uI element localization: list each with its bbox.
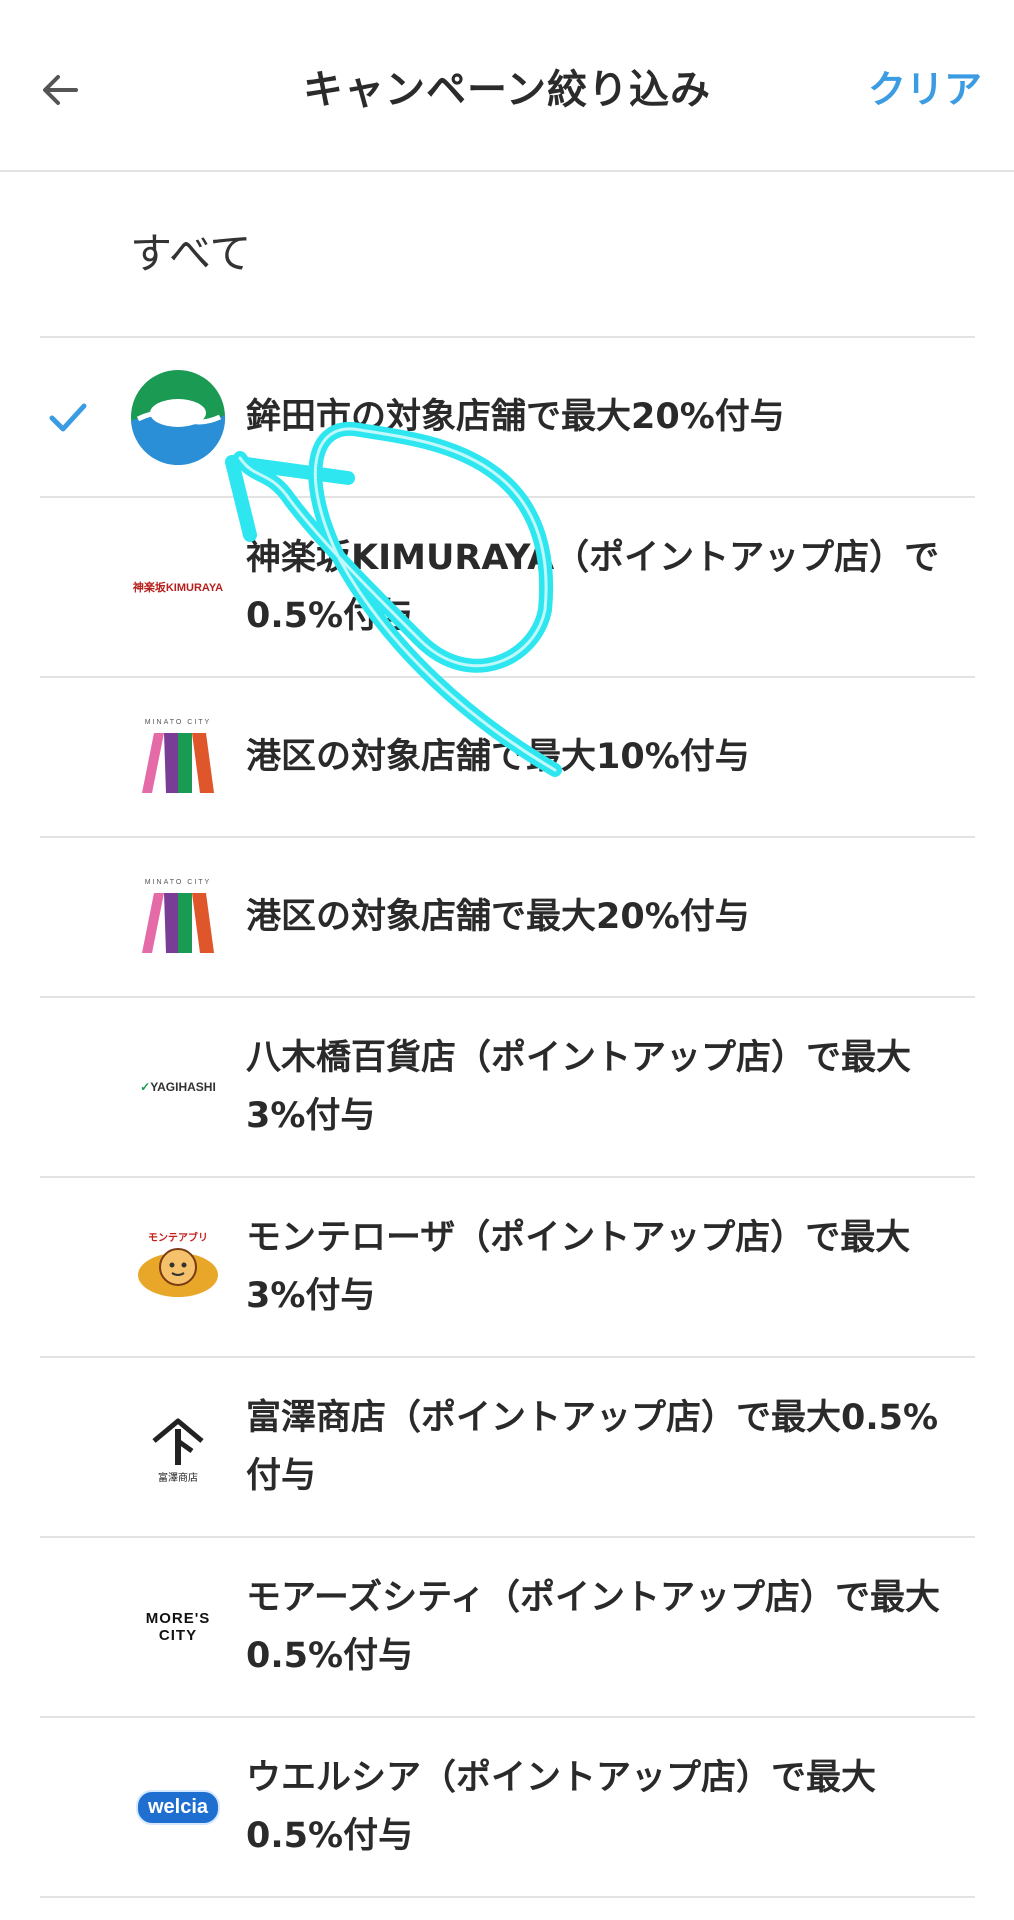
check-icon bbox=[49, 403, 87, 432]
filter-option-all[interactable]: すべて bbox=[40, 172, 975, 338]
hokota-city-logo bbox=[128, 367, 228, 467]
campaign-label: 港区の対象店舗で最大20%付与 bbox=[246, 897, 750, 937]
campaign-label: 八木橋百貨店（ポイントアップ店）で最大3%付与 bbox=[246, 1038, 912, 1136]
campaign-label: 鉾田市の対象店舗で最大20%付与 bbox=[246, 397, 785, 437]
tomizawa-logo: 富澤商店 bbox=[128, 1397, 228, 1497]
minato-city-logo: MINATO CITY bbox=[128, 867, 228, 967]
campaign-row[interactable]: MORE'S CITY モアーズシティ（ポイントアップ店）で最大0.5%付与 bbox=[40, 1538, 975, 1718]
minato-city-logo: MINATO CITY bbox=[128, 707, 228, 807]
campaign-filter-list: すべて 鉾田市の対象店舗で最大20%付与 神楽坂KIMURAYA 神楽坂KIMU… bbox=[40, 172, 975, 1898]
campaign-row[interactable]: 神楽坂KIMURAYA 神楽坂KIMURAYA（ポイントアップ店）で0.5%付与 bbox=[40, 498, 975, 678]
campaign-row[interactable]: MINATO CITY 港区の対象店舗で最大10%付与 bbox=[40, 678, 975, 838]
campaign-row[interactable]: モンテアブリ モンテローザ（ポイントアップ店）で最大3%付与 bbox=[40, 1178, 975, 1358]
campaign-row[interactable]: ✓YAGIHASHI 八木橋百貨店（ポイントアップ店）で最大3%付与 bbox=[40, 998, 975, 1178]
campaign-label: モンテローザ（ポイントアップ店）で最大3%付与 bbox=[246, 1218, 911, 1316]
svg-text:富澤商店: 富澤商店 bbox=[158, 1471, 198, 1484]
campaign-row[interactable]: welcia ウエルシア（ポイントアップ店）で最大0.5%付与 bbox=[40, 1718, 975, 1898]
svg-text:MINATO CITY: MINATO CITY bbox=[145, 879, 211, 886]
kimuraya-logo: 神楽坂KIMURAYA bbox=[132, 582, 224, 594]
filter-option-label: すべて bbox=[130, 229, 252, 278]
clear-button[interactable]: クリア bbox=[868, 59, 982, 114]
page-title: キャンペーン絞り込み bbox=[303, 67, 711, 113]
welcia-logo: welcia bbox=[128, 1757, 228, 1857]
mores-city-logo: MORE'S CITY bbox=[145, 1610, 211, 1644]
app-header: キャンペーン絞り込み クリア bbox=[0, 0, 1014, 172]
campaign-label: 富澤商店（ポイントアップ店）で最大0.5%付与 bbox=[246, 1398, 939, 1496]
campaign-label: モアーズシティ（ポイントアップ店）で最大0.5%付与 bbox=[246, 1578, 941, 1676]
monterosa-logo: モンテアブリ bbox=[128, 1217, 228, 1317]
campaign-row[interactable]: 富澤商店 富澤商店（ポイントアップ店）で最大0.5%付与 bbox=[40, 1358, 975, 1538]
campaign-row[interactable]: 鉾田市の対象店舗で最大20%付与 bbox=[40, 338, 975, 498]
campaign-row[interactable]: MINATO CITY 港区の対象店舗で最大20%付与 bbox=[40, 838, 975, 998]
svg-text:MINATO CITY: MINATO CITY bbox=[145, 719, 211, 726]
campaign-label: ウエルシア（ポイントアップ店）で最大0.5%付与 bbox=[246, 1758, 877, 1856]
svg-text:モンテアブリ: モンテアブリ bbox=[148, 1231, 208, 1244]
yagihashi-logo: ✓YAGIHASHI bbox=[140, 1080, 216, 1094]
campaign-label: 神楽坂KIMURAYA（ポイントアップ店）で0.5%付与 bbox=[246, 538, 940, 636]
campaign-label: 港区の対象店舗で最大10%付与 bbox=[246, 737, 750, 777]
